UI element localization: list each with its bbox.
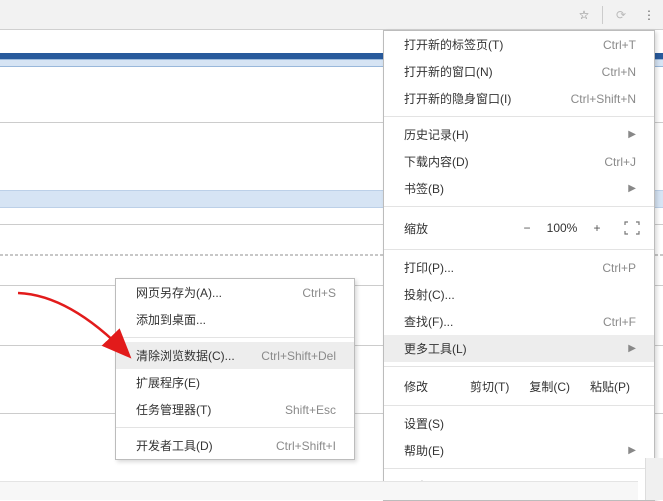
chevron-right-icon: ▶: [628, 445, 636, 456]
toolbar-separator: [602, 6, 603, 24]
menu-item-label: 网页另存为(A)...: [136, 284, 302, 301]
main-menu-item[interactable]: 打印(P)...Ctrl+P: [384, 254, 654, 281]
main-menu-item[interactable]: 打开新的隐身窗口(I)Ctrl+Shift+N: [384, 85, 654, 112]
main-menu-item[interactable]: 查找(F)...Ctrl+F: [384, 308, 654, 335]
menu-separator: [384, 405, 654, 406]
paste-button[interactable]: 粘贴(P): [580, 378, 640, 395]
chevron-right-icon: ▶: [628, 129, 636, 140]
menu-item-shortcut: Shift+Esc: [285, 403, 336, 417]
main-menu-item[interactable]: 投射(C)...: [384, 281, 654, 308]
menu-item-shortcut: Ctrl+Shift+Del: [261, 349, 336, 363]
menu-separator: [384, 468, 654, 469]
menu-item-shortcut: Ctrl+T: [603, 38, 636, 52]
zoom-in-button[interactable]: +: [584, 221, 610, 235]
star-icon[interactable]: ☆: [574, 5, 594, 25]
chevron-right-icon: ▶: [628, 343, 636, 354]
reload-icon[interactable]: ⟳: [611, 5, 631, 25]
menu-item-label: 扩展程序(E): [136, 374, 336, 391]
more-icon[interactable]: ⋮: [639, 5, 659, 25]
zoom-label: 缩放: [404, 220, 514, 237]
menu-item-shortcut: Ctrl+N: [602, 65, 636, 79]
chevron-right-icon: ▶: [628, 183, 636, 194]
menu-item-label: 清除浏览数据(C)...: [136, 347, 261, 364]
menu-item-label: 查找(F)...: [404, 313, 603, 330]
scrollbar-vertical[interactable]: [645, 458, 663, 500]
menu-item-shortcut: Ctrl+Shift+I: [276, 439, 336, 453]
menu-separator: [384, 206, 654, 207]
edit-label: 修改: [404, 378, 460, 395]
submenu-item[interactable]: 网页另存为(A)...Ctrl+S: [116, 279, 354, 306]
menu-item-label: 下载内容(D): [404, 153, 604, 170]
zoom-row: 缩放 − 100% +: [384, 211, 654, 245]
browser-toolbar: ☆ ⟳ ⋮: [0, 0, 663, 30]
zoom-out-button[interactable]: −: [514, 221, 540, 235]
menu-item-shortcut: Ctrl+J: [604, 155, 636, 169]
submenu-item[interactable]: 扩展程序(E): [116, 369, 354, 396]
menu-item-label: 添加到桌面...: [136, 311, 336, 328]
submenu-item[interactable]: 清除浏览数据(C)...Ctrl+Shift+Del: [116, 342, 354, 369]
menu-separator: [384, 366, 654, 367]
main-menu: 打开新的标签页(T)Ctrl+T打开新的窗口(N)Ctrl+N打开新的隐身窗口(…: [383, 30, 655, 501]
menu-item-label: 更多工具(L): [404, 340, 622, 357]
bottom-bar: [0, 481, 638, 500]
menu-item-label: 设置(S): [404, 415, 636, 432]
more-tools-submenu: 网页另存为(A)...Ctrl+S添加到桌面... 清除浏览数据(C)...Ct…: [115, 278, 355, 460]
menu-item-shortcut: Ctrl+S: [302, 286, 336, 300]
menu-separator: [116, 337, 354, 338]
menu-item-label: 打开新的隐身窗口(I): [404, 90, 571, 107]
menu-item-shortcut: Ctrl+F: [603, 315, 636, 329]
menu-item-label: 投射(C)...: [404, 286, 636, 303]
menu-item-label: 帮助(E): [404, 442, 622, 459]
menu-item-shortcut: Ctrl+Shift+N: [571, 92, 636, 106]
zoom-value: 100%: [540, 221, 584, 235]
main-menu-item[interactable]: 设置(S): [384, 410, 654, 437]
menu-item-label: 任务管理器(T): [136, 401, 285, 418]
menu-separator: [384, 116, 654, 117]
main-menu-item[interactable]: 更多工具(L) ▶: [384, 335, 654, 362]
menu-item-label: 历史记录(H): [404, 126, 622, 143]
menu-item-label: 打印(P)...: [404, 259, 602, 276]
main-menu-item[interactable]: 打开新的窗口(N)Ctrl+N: [384, 58, 654, 85]
edit-row: 修改 剪切(T) 复制(C) 粘贴(P): [384, 371, 654, 401]
menu-item-label: 开发者工具(D): [136, 437, 276, 454]
main-menu-item[interactable]: 帮助(E) ▶: [384, 437, 654, 464]
copy-button[interactable]: 复制(C): [519, 378, 580, 395]
main-menu-item[interactable]: 书签(B) ▶: [384, 175, 654, 202]
submenu-item[interactable]: 添加到桌面...: [116, 306, 354, 333]
menu-item-label: 书签(B): [404, 180, 622, 197]
cut-button[interactable]: 剪切(T): [460, 378, 519, 395]
main-menu-item[interactable]: 历史记录(H) ▶: [384, 121, 654, 148]
submenu-item[interactable]: 任务管理器(T)Shift+Esc: [116, 396, 354, 423]
menu-item-label: 打开新的窗口(N): [404, 63, 602, 80]
main-menu-item[interactable]: 下载内容(D)Ctrl+J: [384, 148, 654, 175]
menu-item-shortcut: Ctrl+P: [602, 261, 636, 275]
fullscreen-icon[interactable]: [620, 219, 644, 237]
menu-separator: [116, 427, 354, 428]
main-menu-item[interactable]: 打开新的标签页(T)Ctrl+T: [384, 31, 654, 58]
submenu-item[interactable]: 开发者工具(D)Ctrl+Shift+I: [116, 432, 354, 459]
menu-separator: [384, 249, 654, 250]
menu-item-label: 打开新的标签页(T): [404, 36, 603, 53]
